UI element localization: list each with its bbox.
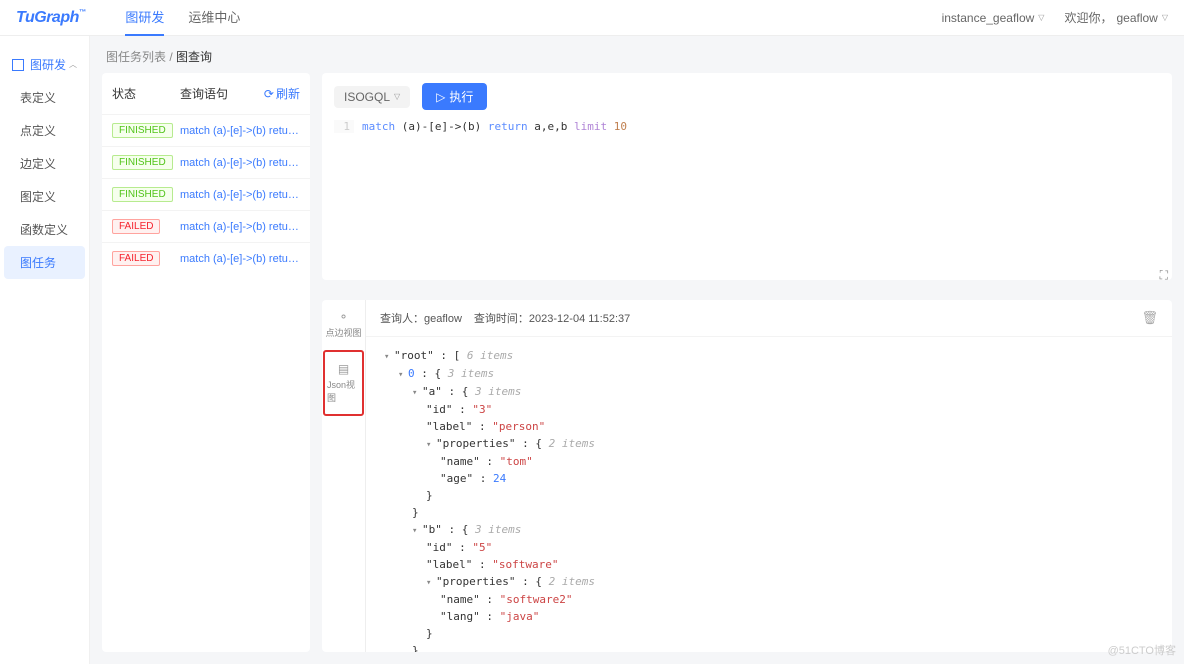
col-query: 查询语句 bbox=[180, 85, 264, 102]
play-icon: ▷ bbox=[436, 90, 445, 104]
task-query-link[interactable]: match (a)-[e]->(b) retur... bbox=[180, 189, 300, 201]
delete-icon[interactable]: 🗑 bbox=[1141, 310, 1158, 326]
tab-graph-dev[interactable]: 图研发 bbox=[125, 0, 164, 36]
task-query-link[interactable]: match (a)-[e]->(b) retur... bbox=[180, 125, 300, 137]
task-list-panel: 状态 查询语句 ⟳刷新 FINISHED match (a)-[e]->(b) r… bbox=[102, 73, 310, 652]
json-icon: ▤ bbox=[338, 362, 349, 376]
status-badge: FINISHED bbox=[112, 187, 173, 202]
sidebar: 图研发 ︿ 表定义 点定义 边定义 图定义 函数定义 图任务 bbox=[0, 36, 90, 664]
col-status: 状态 bbox=[112, 85, 180, 102]
line-number: 1 bbox=[334, 120, 354, 133]
json-result: ▾"root" : [ 6 items ▾0 : { 3 items ▾"a" … bbox=[366, 337, 1172, 652]
result-panel: ⚬点边视图 ▤Json视图 查询人：geaflow 查询时间：2023-12-0… bbox=[322, 300, 1172, 652]
view-tabs: ⚬点边视图 ▤Json视图 bbox=[322, 300, 366, 652]
sidebar-item-function-def[interactable]: 函数定义 bbox=[0, 213, 89, 246]
view-tab-graph[interactable]: ⚬点边视图 bbox=[322, 300, 365, 349]
instance-dropdown[interactable]: instance_geaflow ▽ bbox=[942, 11, 1045, 25]
task-query-link[interactable]: match (a)-[e]->(b) retur... bbox=[180, 253, 300, 265]
user-name: geaflow bbox=[1116, 11, 1157, 25]
sidebar-item-graph-def[interactable]: 图定义 bbox=[0, 180, 89, 213]
refresh-icon: ⟳ bbox=[264, 87, 274, 101]
instance-label: instance_geaflow bbox=[942, 11, 1035, 25]
sidebar-item-vertex-def[interactable]: 点定义 bbox=[0, 114, 89, 147]
toggle-icon[interactable]: ▾ bbox=[426, 577, 436, 591]
query-editor-panel: ISOGQL ▽ ▷执行 1 match (a)-[e]->(b) return… bbox=[322, 73, 1172, 280]
sidebar-section-graph-dev[interactable]: 图研发 ︿ bbox=[0, 48, 89, 81]
sidebar-item-graph-task[interactable]: 图任务 bbox=[4, 246, 85, 279]
sidebar-item-edge-def[interactable]: 边定义 bbox=[0, 147, 89, 180]
toggle-icon[interactable]: ▾ bbox=[412, 387, 422, 401]
code-editor[interactable]: 1 match (a)-[e]->(b) return a,e,b limit … bbox=[322, 120, 1172, 280]
task-row[interactable]: FAILED match (a)-[e]->(b) retur... bbox=[102, 210, 310, 242]
chevron-down-icon: ▽ bbox=[1162, 13, 1168, 22]
status-badge: FINISHED bbox=[112, 123, 173, 138]
task-row[interactable]: FINISHED match (a)-[e]->(b) retur... bbox=[102, 146, 310, 178]
view-tab-json[interactable]: ▤Json视图 bbox=[323, 350, 364, 416]
breadcrumb: 图任务列表 / 图查询 bbox=[90, 36, 1184, 73]
task-query-link[interactable]: match (a)-[e]->(b) retur... bbox=[180, 157, 300, 169]
toggle-icon[interactable]: ▾ bbox=[384, 351, 394, 365]
result-header: 查询人：geaflow 查询时间：2023-12-04 11:52:37 🗑 bbox=[366, 300, 1172, 337]
app-header: TuGraph™ 图研发 运维中心 instance_geaflow ▽ 欢迎你… bbox=[0, 0, 1184, 36]
tab-ops-center[interactable]: 运维中心 bbox=[188, 0, 240, 36]
toggle-icon[interactable]: ▾ bbox=[398, 369, 408, 383]
user-dropdown[interactable]: 欢迎你， geaflow ▽ bbox=[1064, 9, 1168, 26]
language-select[interactable]: ISOGQL ▽ bbox=[334, 86, 410, 108]
breadcrumb-current: 图查询 bbox=[176, 50, 212, 64]
task-row[interactable]: FAILED match (a)-[e]->(b) retur... bbox=[102, 242, 310, 274]
task-query-link[interactable]: match (a)-[e]->(b) retur... bbox=[180, 221, 300, 233]
run-button[interactable]: ▷执行 bbox=[422, 83, 487, 110]
watermark: @51CTO博客 bbox=[1108, 642, 1176, 658]
task-row[interactable]: FINISHED match (a)-[e]->(b) retur... bbox=[102, 114, 310, 146]
graph-icon: ⚬ bbox=[338, 310, 348, 324]
welcome-label: 欢迎你， bbox=[1064, 9, 1112, 26]
grid-icon bbox=[12, 59, 24, 71]
chevron-down-icon: ▽ bbox=[394, 92, 400, 101]
status-badge: FAILED bbox=[112, 251, 160, 266]
breadcrumb-parent[interactable]: 图任务列表 bbox=[106, 50, 166, 64]
chevron-down-icon: ▽ bbox=[1038, 13, 1044, 22]
sidebar-item-table-def[interactable]: 表定义 bbox=[0, 81, 89, 114]
refresh-button[interactable]: ⟳刷新 bbox=[264, 85, 300, 102]
status-badge: FAILED bbox=[112, 219, 160, 234]
toggle-icon[interactable]: ▾ bbox=[426, 439, 436, 453]
status-badge: FINISHED bbox=[112, 155, 173, 170]
logo: TuGraph™ bbox=[16, 9, 85, 27]
expand-icon[interactable]: ⛶ bbox=[1160, 268, 1168, 283]
nav-tabs: 图研发 运维中心 bbox=[125, 0, 240, 36]
toggle-icon[interactable]: ▾ bbox=[412, 525, 422, 539]
task-row[interactable]: FINISHED match (a)-[e]->(b) retur... bbox=[102, 178, 310, 210]
chevron-up-icon: ︿ bbox=[69, 59, 77, 70]
